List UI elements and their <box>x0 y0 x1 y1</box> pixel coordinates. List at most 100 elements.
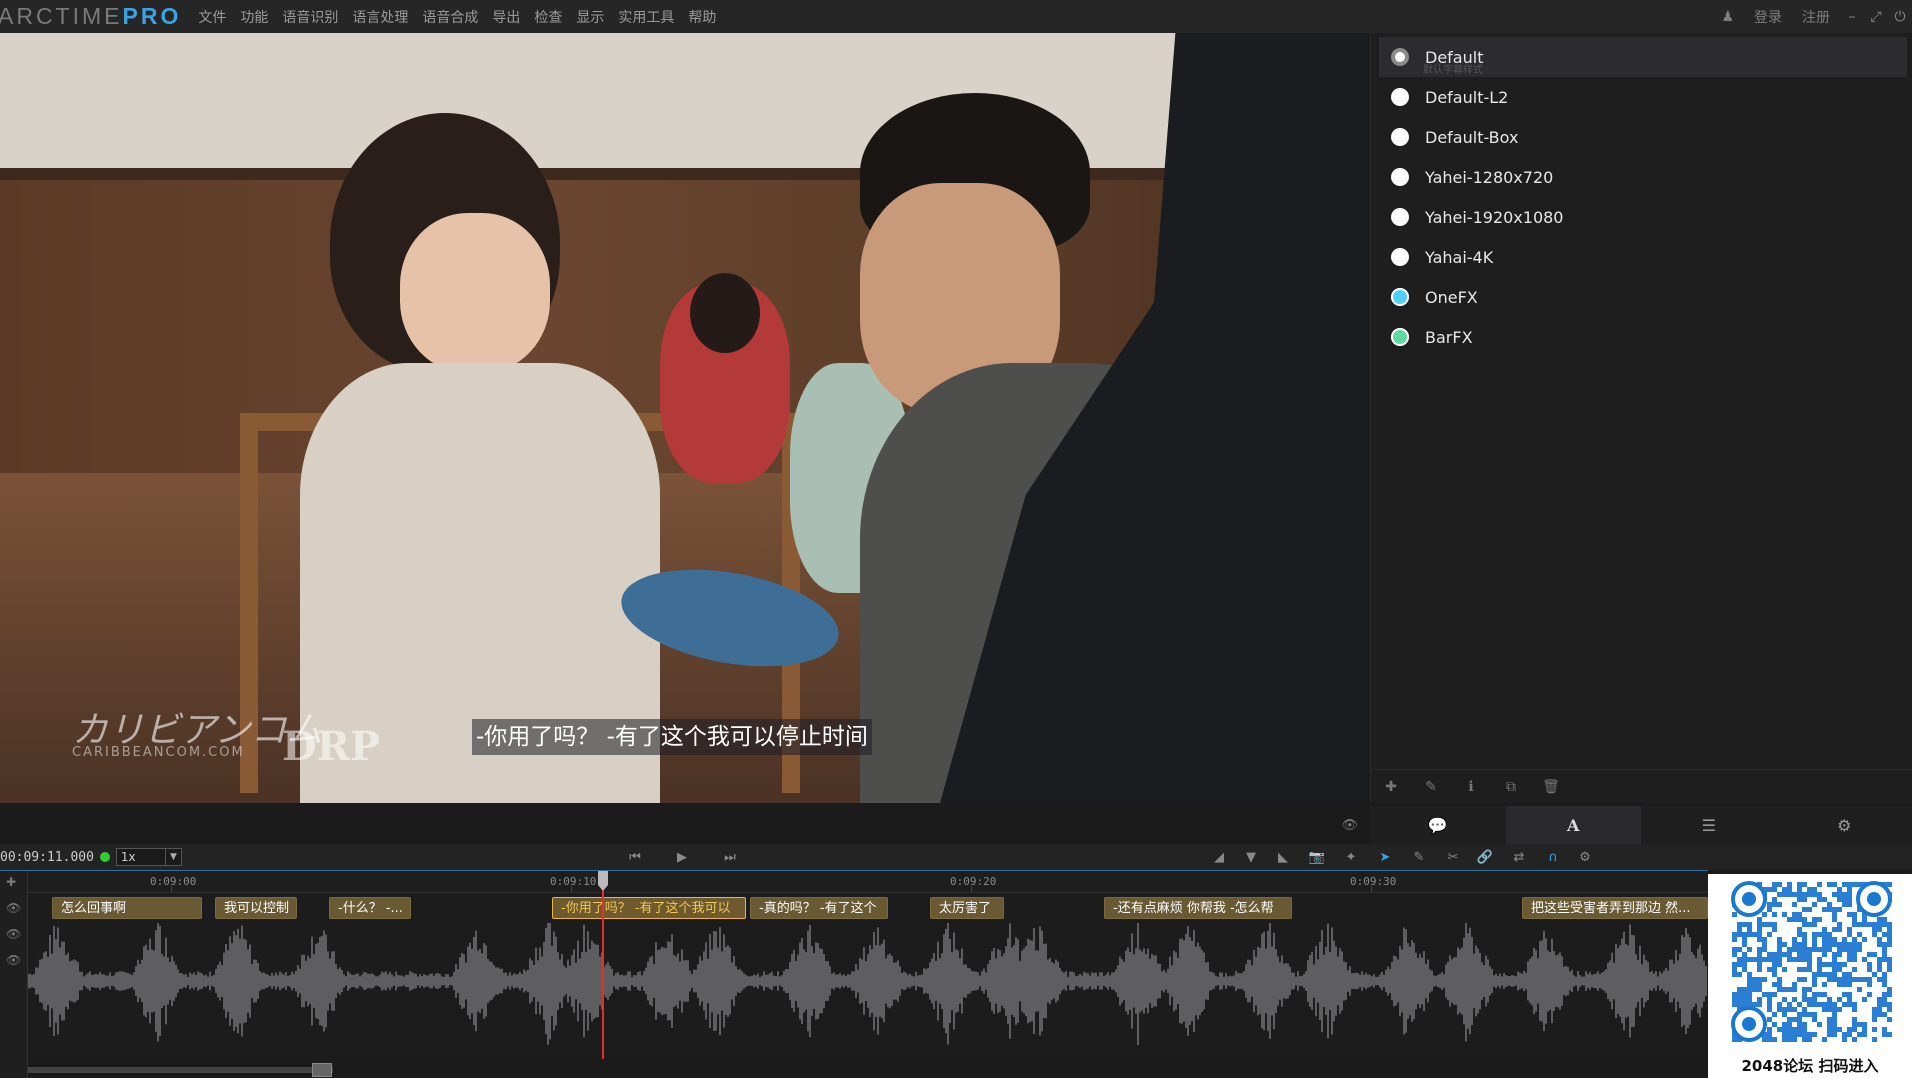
radio-icon[interactable] <box>1391 328 1409 346</box>
marker-icon[interactable]: ▼ <box>1238 844 1264 870</box>
skip-forward-icon[interactable]: ⏭ <box>717 844 743 870</box>
video-watermark-logo: DRP <box>282 723 381 770</box>
add-track-icon[interactable]: ✚ <box>6 875 16 889</box>
play-icon[interactable]: ▶ <box>669 844 695 870</box>
font-icon: A <box>1567 815 1580 835</box>
scrollbar-track <box>28 1067 333 1073</box>
subtitle-clip[interactable]: -什么？ -... <box>329 897 411 919</box>
mark-out-icon[interactable]: ◣ <box>1270 844 1296 870</box>
tick-label: 0:09:10 <box>550 875 597 888</box>
scissors-icon[interactable]: ✂ <box>1440 844 1466 870</box>
style-label: OneFX <box>1425 287 1478 307</box>
register-link[interactable]: 注册 <box>1802 7 1830 27</box>
video-controls-strip: 👁 <box>0 806 1368 844</box>
menu-export[interactable]: 导出 <box>492 7 520 27</box>
menu-speech-synthesis[interactable]: 语音合成 <box>422 7 478 27</box>
swap-icon[interactable]: ⇄ <box>1506 844 1532 870</box>
skip-back-icon[interactable]: ⏮ <box>622 844 648 870</box>
menu-language-processing[interactable]: 语言处理 <box>352 7 408 27</box>
chevron-down-icon[interactable]: ▼ <box>164 849 181 865</box>
radio-icon[interactable] <box>1391 88 1409 106</box>
text-cursor-icon[interactable]: ℹ <box>1451 779 1491 795</box>
radio-icon[interactable] <box>1391 208 1409 226</box>
time-ruler[interactable]: 0:09:00 0:09:10 0:09:20 0:09:30 <box>28 871 1708 893</box>
camera-icon[interactable]: 📷 <box>1304 844 1330 870</box>
tab-list[interactable]: ☰ <box>1641 806 1777 844</box>
add-icon[interactable]: ✚ <box>1371 779 1411 795</box>
edit-tool-icon[interactable]: ✎ <box>1406 844 1432 870</box>
style-item-onefx[interactable]: OneFX <box>1379 277 1907 317</box>
tick <box>571 886 572 892</box>
user-icon: ♟ <box>1721 8 1734 25</box>
audio-waveform[interactable] <box>28 923 1708 1059</box>
radio-icon[interactable] <box>1391 248 1409 266</box>
style-item-yahai-4k[interactable]: Yahai-4K <box>1379 237 1907 277</box>
radio-icon[interactable] <box>1391 128 1409 146</box>
tab-comments[interactable]: 💬 <box>1370 806 1506 844</box>
qr-caption: 2048论坛 扫码进入 <box>1741 1057 1879 1075</box>
tick-label: 0:09:20 <box>950 875 997 888</box>
pointer-icon[interactable]: ➤ <box>1372 844 1398 870</box>
style-label: Yahei-1280x720 <box>1425 167 1554 187</box>
subtitle-clip[interactable]: 怎么回事啊 <box>52 897 202 919</box>
timeline-scrollbar[interactable] <box>28 1063 1708 1077</box>
style-label: Yahai-4K <box>1425 247 1494 267</box>
menu-function[interactable]: 功能 <box>240 7 268 27</box>
tab-settings[interactable]: ⚙ <box>1776 806 1912 844</box>
style-item-yahei-1920[interactable]: Yahei-1920x1080 <box>1379 197 1907 237</box>
menu-display[interactable]: 显示 <box>576 7 604 27</box>
tick-label: 0:09:30 <box>1350 875 1397 888</box>
trash-icon[interactable]: 🗑 <box>1531 779 1571 795</box>
eye-icon[interactable]: 👁 <box>1341 818 1358 833</box>
style-item-default-box[interactable]: Default-Box <box>1379 117 1907 157</box>
link-icon[interactable]: 🔗 <box>1472 844 1498 870</box>
qr-code-overlay[interactable]: 2048论坛 扫码进入 <box>1708 874 1912 1078</box>
video-preview[interactable]: カリビアンコム CARIBBEANCOM.COM DRP -你用了吗？ -有了这… <box>0 33 1368 803</box>
style-item-default[interactable]: Default 默认字幕样式 <box>1379 37 1907 77</box>
subtitle-clip[interactable]: -还有点麻烦 你帮我 -怎么帮 <box>1104 897 1292 919</box>
radio-icon[interactable] <box>1391 48 1409 66</box>
gear-icon[interactable]: ⚙ <box>1572 844 1598 870</box>
subtitle-track: 怎么回事啊 我可以控制 -什么？ -... -你用了吗？ -有了这个我可以 -真… <box>28 897 1708 919</box>
tab-styles[interactable]: A <box>1505 806 1641 844</box>
account-area: ♟ 登录 注册 – ⤢ ⏻ <box>1711 0 1912 33</box>
radio-icon[interactable] <box>1391 168 1409 186</box>
login-link[interactable]: 登录 <box>1754 7 1782 27</box>
minimize-icon[interactable]: – <box>1840 5 1864 29</box>
radio-icon[interactable] <box>1391 288 1409 306</box>
subtitle-clip[interactable]: 把这些受害者弄到那边 然... <box>1522 897 1708 919</box>
style-toolbar: ✚ ✎ ℹ ⧉ 🗑 <box>1371 769 1912 803</box>
speech-bubble-icon: 💬 <box>1427 815 1448 835</box>
timeline[interactable]: ✚ 👁 👁 👁 0:09:00 0:09:10 0:09:20 0:09:30 … <box>0 870 1708 1078</box>
mark-in-icon[interactable]: ◢ <box>1206 844 1232 870</box>
subtitle-clip[interactable]: 太厉害了 <box>930 897 1004 919</box>
magnet-icon[interactable]: ∩ <box>1540 844 1566 870</box>
menu-speech-recognition[interactable]: 语音识别 <box>282 7 338 27</box>
speed-select[interactable]: 1x ▼ <box>115 848 182 866</box>
menu-check[interactable]: 检查 <box>534 7 562 27</box>
style-item-default-l2[interactable]: Default-L2 <box>1379 77 1907 117</box>
menu-file[interactable]: 文件 <box>198 7 226 27</box>
duplicate-icon[interactable]: ⧉ <box>1491 779 1531 795</box>
menu-help[interactable]: 帮助 <box>688 7 716 27</box>
menu-tools[interactable]: 实用工具 <box>618 7 674 27</box>
style-panel: Default 默认字幕样式 Default-L2 Default-Box Ya… <box>1370 33 1912 803</box>
playhead[interactable] <box>602 871 604 1059</box>
style-item-yahei-1280[interactable]: Yahei-1280x720 <box>1379 157 1907 197</box>
subtitle-clip[interactable]: 我可以控制 <box>215 897 297 919</box>
maximize-icon[interactable]: ⤢ <box>1864 5 1888 29</box>
eye-icon[interactable]: 👁 <box>6 901 21 915</box>
eye-icon[interactable]: 👁 <box>6 927 21 941</box>
style-item-barfx[interactable]: BarFX <box>1379 317 1907 357</box>
eye-icon[interactable]: 👁 <box>6 953 21 967</box>
app-logo: ARCTIMEPRO <box>0 3 182 29</box>
subtitle-clip-active[interactable]: -你用了吗？ -有了这个我可以 <box>552 897 746 919</box>
subtitle-clip[interactable]: -真的吗？ -有了这个 <box>750 897 888 919</box>
scrollbar-handle[interactable] <box>312 1063 332 1077</box>
style-label: BarFX <box>1425 327 1473 347</box>
edit-icon[interactable]: ✎ <box>1411 779 1451 795</box>
subtitle-overlay[interactable]: -你用了吗？ -有了这个我可以停止时间 <box>472 719 872 755</box>
magic-wand-icon[interactable]: ✦ <box>1338 844 1364 870</box>
tick <box>1371 886 1372 892</box>
power-icon[interactable]: ⏻ <box>1888 5 1912 29</box>
